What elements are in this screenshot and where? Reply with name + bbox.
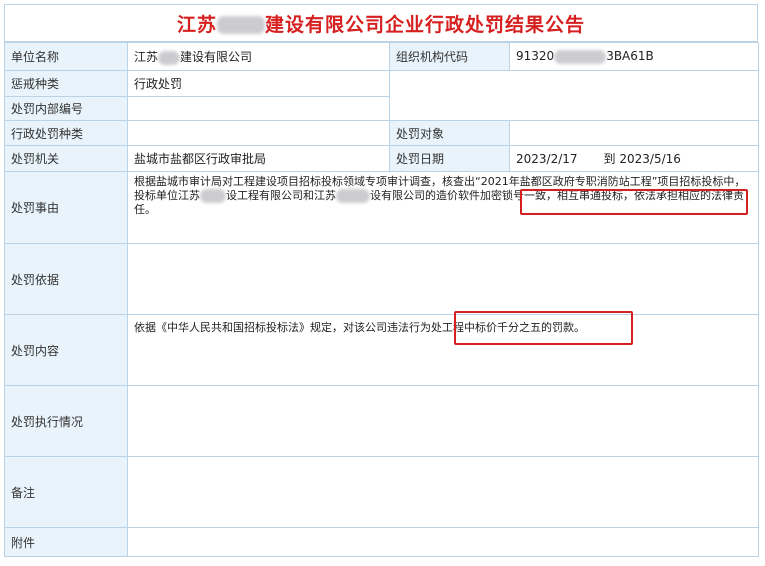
execution-value <box>127 385 759 457</box>
title-prefix: 江苏 <box>176 13 217 36</box>
authority-value: 盐城市盐都区行政审批局 <box>127 145 390 172</box>
table-row: 附件 <box>4 527 759 557</box>
redacted-code-blur <box>554 49 607 64</box>
org-code-suffix: 3BA61B <box>606 49 654 64</box>
execution-label: 处罚执行情况 <box>4 385 128 457</box>
org-code-label: 组织机构代码 <box>389 42 510 71</box>
page-title: 江苏 建设有限公司企业行政处罚结果公告 <box>177 10 585 37</box>
unit-name-prefix: 江苏 <box>134 50 159 64</box>
date-to-prefix: 到 <box>603 152 616 166</box>
table-row: 惩戒种类 行政处罚 <box>4 70 759 121</box>
remark-label: 备注 <box>4 456 128 528</box>
authority-label: 处罚机关 <box>4 145 128 172</box>
date-from: 2023/2/17 <box>516 152 578 166</box>
content-label: 处罚内容 <box>4 314 128 386</box>
unit-name-label: 单位名称 <box>4 42 128 71</box>
table-row: 处罚事由 根据盐城市审计局对工程建设项目招标投标领域专项审计调查，核查出“202… <box>4 171 759 244</box>
date-label: 处罚日期 <box>389 145 510 172</box>
table-row: 行政处罚种类 处罚对象 <box>4 120 759 146</box>
empty-cell <box>389 70 759 121</box>
admin-penalty-type-value <box>127 120 390 146</box>
content-value: 依据《中华人民共和国招标投标法》规定，对该公司违法行为处工程中标价千分之五的罚款… <box>127 314 759 386</box>
reason-label: 处罚事由 <box>4 171 128 244</box>
remark-value <box>127 456 759 528</box>
reason-highlight: 造价软件加密锁号一致，相互串通投标， <box>436 189 634 202</box>
unit-name-value: 江苏 建设有限公司 <box>127 42 390 71</box>
org-code-value: 91320 3BA61B <box>509 42 759 71</box>
reason-text: 根据盐城市审计局对工程建设项目招标投标领域专项审计调查，核查出“2021年盐都区… <box>134 173 752 218</box>
redacted-name-blur <box>200 189 226 203</box>
table-row: 备注 <box>4 456 759 528</box>
penalty-target-value <box>509 120 759 146</box>
content-highlight: 处工程中标价千分之五的罚款。 <box>431 321 585 334</box>
penalty-target-label: 处罚对象 <box>389 120 510 146</box>
attachment-value <box>127 527 759 557</box>
date-to: 2023/5/16 <box>619 152 681 166</box>
table-row: 处罚执行情况 <box>4 385 759 457</box>
redacted-name-blur <box>217 16 265 34</box>
attachment-label: 附件 <box>4 527 128 557</box>
penalty-type-label: 惩戒种类 <box>4 70 128 97</box>
table-row: 单位名称 江苏 建设有限公司 组织机构代码 91320 3BA61B <box>4 42 759 71</box>
basis-value <box>127 243 759 315</box>
internal-no-value <box>127 96 390 121</box>
reason-value: 根据盐城市审计局对工程建设项目招标投标领域专项审计调查，核查出“2021年盐都区… <box>127 171 759 244</box>
content-part-1: 依据《中华人民共和国招标投标法》规定，对该公司违法行为 <box>134 321 431 334</box>
reason-part-2: 设工程有限公司和江苏 <box>226 189 336 202</box>
org-code-prefix: 91320 <box>516 49 555 64</box>
penalty-info-table: 单位名称 江苏 建设有限公司 组织机构代码 91320 3BA61B 惩戒种类 行政… <box>4 42 759 557</box>
table-row: 处罚机关 盐城市盐都区行政审批局 处罚日期 2023/2/17 到 2023/5/… <box>4 145 759 172</box>
table-row: 处罚内容 依据《中华人民共和国招标投标法》规定，对该公司违法行为处工程中标价千分… <box>4 314 759 386</box>
internal-no-label: 处罚内部编号 <box>4 96 128 121</box>
unit-name-suffix: 建设有限公司 <box>180 50 253 64</box>
content-text: 依据《中华人民共和国招标投标法》规定，对该公司违法行为处工程中标价千分之五的罚款… <box>134 321 752 335</box>
date-value: 2023/2/17 到 2023/5/16 <box>509 145 759 172</box>
redacted-name-blur <box>336 189 370 203</box>
announcement-title-bar: 江苏 建设有限公司企业行政处罚结果公告 <box>4 4 758 42</box>
redacted-name-blur <box>158 50 181 65</box>
penalty-type-value: 行政处罚 <box>127 70 390 97</box>
admin-penalty-type-label: 行政处罚种类 <box>4 120 128 146</box>
basis-label: 处罚依据 <box>4 243 128 315</box>
table-row: 处罚依据 <box>4 243 759 315</box>
reason-part-3: 设有限公司的 <box>370 189 436 202</box>
title-suffix: 建设有限公司企业行政处罚结果公告 <box>265 13 586 36</box>
